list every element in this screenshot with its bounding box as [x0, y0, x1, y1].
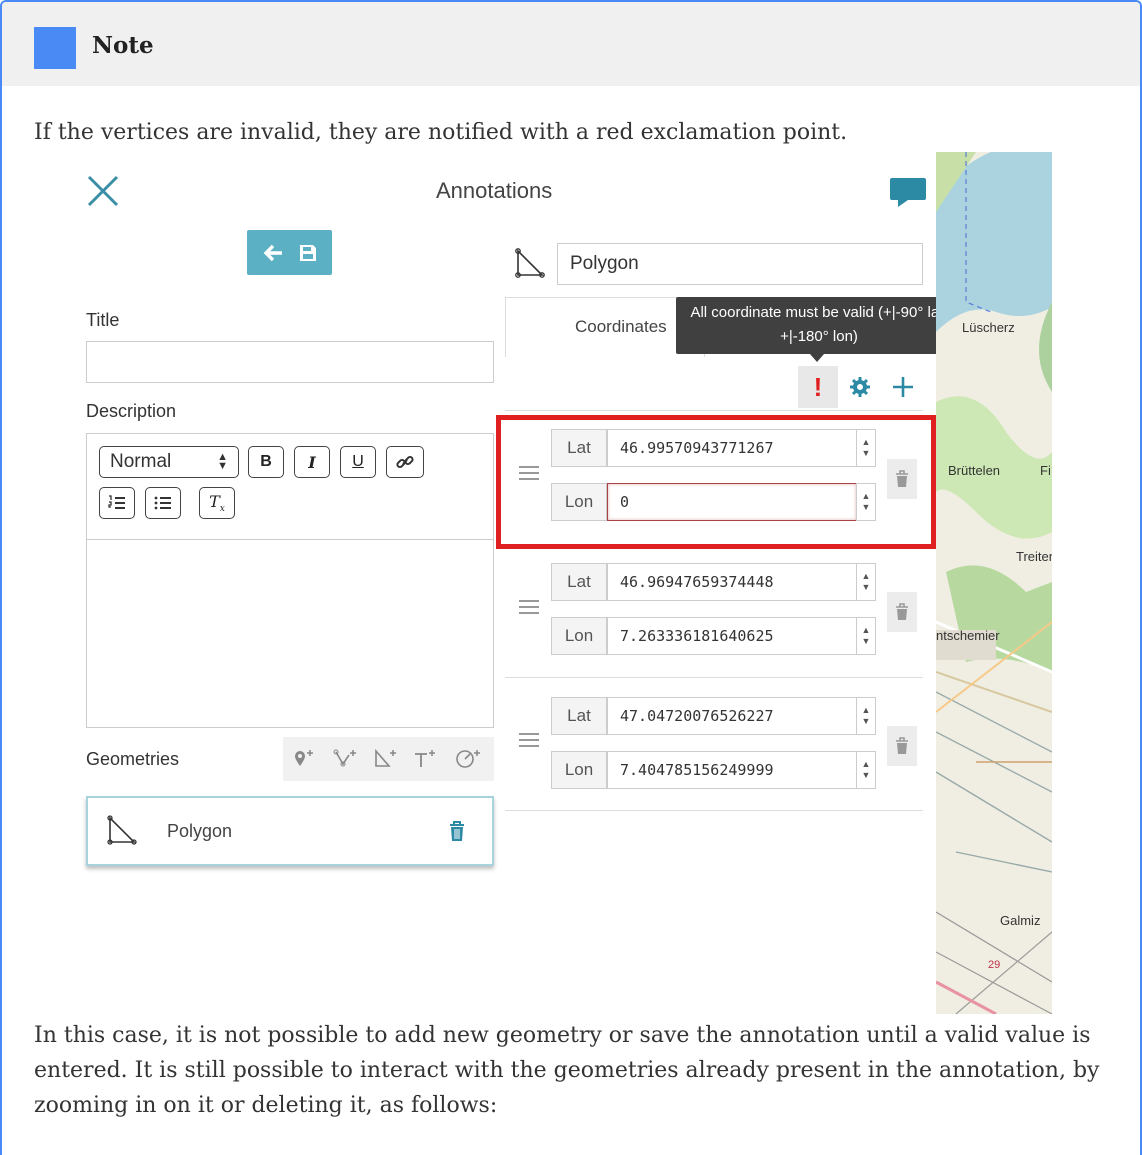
lon-input-invalid[interactable]: 0 [607, 483, 857, 521]
drag-handle-icon[interactable] [519, 729, 539, 751]
clear-format-button[interactable]: Tx [199, 487, 235, 519]
geometry-list-item[interactable]: Polygon [86, 796, 494, 866]
trash-icon[interactable] [448, 820, 466, 842]
lon-spinner[interactable]: ▲ ▼ [856, 617, 876, 655]
map-label: Galmiz [1000, 913, 1041, 928]
map-view[interactable]: Lüscherz Brüttelen Fi Treiten ntschemier… [936, 152, 1052, 1014]
add-circle-icon[interactable] [455, 748, 481, 770]
geometries-label: Geometries [86, 749, 180, 769]
select-arrows-icon: ▲ ▼ [217, 451, 228, 472]
lon-input[interactable]: 7.404785156249999 [607, 751, 857, 789]
clear-format-icon: Tx [209, 491, 225, 515]
map-label: ntschemier [936, 628, 1000, 643]
lat-spinner[interactable]: ▲ ▼ [856, 697, 876, 735]
note-callout: Note If the vertices are invalid, they a… [0, 0, 1142, 1155]
lat-input[interactable]: 46.96947659374448 [607, 563, 857, 601]
annotations-screenshot: Annotations Title Description Normal ▲ ▼ … [64, 152, 1052, 1014]
map-label: Lüscherz [962, 320, 1015, 335]
bullet-list-button[interactable] [145, 487, 181, 519]
lat-label: Lat [551, 563, 607, 601]
underline-button[interactable]: U [340, 446, 376, 478]
map-label: Fi [1040, 463, 1051, 478]
trash-icon [896, 737, 908, 754]
lat-label: Lat [551, 697, 607, 735]
save-icon[interactable] [298, 243, 318, 263]
invalid-marker-button[interactable]: ! [798, 366, 838, 408]
ordered-list-icon [108, 495, 125, 509]
title-input[interactable] [86, 341, 494, 383]
map-label: Brüttelen [948, 463, 1001, 478]
bold-button[interactable]: B [248, 446, 284, 478]
editor-toolbar-divider [87, 539, 493, 540]
comment-icon[interactable] [888, 176, 928, 208]
lon-label: Lon [551, 483, 607, 521]
add-line-icon[interactable] [333, 748, 357, 770]
add-text-icon[interactable] [413, 748, 437, 770]
close-icon[interactable] [86, 174, 120, 208]
format-select[interactable]: Normal ▲ ▼ [99, 446, 239, 478]
editor-divider [505, 410, 923, 411]
delete-coordinate-button[interactable] [887, 592, 917, 632]
italic-button[interactable]: I [294, 446, 330, 478]
note-outro-text: In this case, it is not possible to add … [34, 1023, 1100, 1118]
lat-input[interactable]: 46.99570943771267 [607, 429, 857, 467]
tooltip-arrow [810, 354, 824, 362]
note-icon [34, 27, 76, 69]
description-label: Description [86, 401, 177, 421]
drag-handle-icon[interactable] [519, 462, 539, 484]
trash-icon [896, 470, 908, 487]
arrow-left-icon[interactable] [262, 243, 284, 263]
plus-icon[interactable] [891, 375, 915, 399]
map-tiles [936, 152, 1052, 1014]
tab-coordinates-label: Coordinates [575, 317, 667, 336]
geometry-tools [283, 737, 494, 781]
ordered-list-button[interactable] [99, 487, 135, 519]
geometry-item-name: Polygon [167, 821, 233, 841]
drag-handle-icon[interactable] [519, 596, 539, 618]
lon-label: Lon [551, 617, 607, 655]
bullet-list-icon [154, 496, 171, 510]
add-polygon-icon[interactable] [373, 748, 397, 770]
lon-input[interactable]: 7.263336181640625 [607, 617, 857, 655]
add-point-icon[interactable] [293, 748, 315, 770]
polygon-icon [107, 815, 137, 845]
lat-spinner[interactable]: ▲ ▼ [856, 563, 876, 601]
note-header: Note [2, 2, 1140, 86]
row-divider [505, 810, 923, 811]
title-label: Title [86, 310, 120, 330]
lat-input[interactable]: 47.04720076526227 [607, 697, 857, 735]
format-select-value: Normal [110, 451, 172, 472]
delete-coordinate-button[interactable] [887, 726, 917, 766]
lat-label: Lat [551, 429, 607, 467]
link-icon [396, 455, 414, 469]
back-save-button[interactable] [247, 230, 332, 275]
note-title: Note [92, 32, 154, 59]
link-button[interactable] [386, 446, 424, 478]
gear-icon[interactable] [849, 376, 871, 398]
delete-coordinate-button[interactable] [887, 459, 917, 499]
lon-spinner[interactable]: ▲ ▼ [856, 483, 876, 521]
geometry-type-input[interactable]: Polygon [557, 243, 923, 285]
panel-title: Annotations [436, 178, 553, 203]
row-divider [505, 677, 923, 678]
map-label: Treiten [1016, 549, 1052, 564]
lon-spinner[interactable]: ▲ ▼ [856, 751, 876, 789]
map-label: 29 [988, 959, 1001, 971]
validation-tooltip: All coordinate must be valid (+|-90° lat… [676, 297, 962, 354]
geometry-type-icon [515, 248, 545, 278]
trash-icon [896, 603, 908, 620]
lat-spinner[interactable]: ▲ ▼ [856, 429, 876, 467]
note-intro-text: If the vertices are invalid, they are no… [34, 120, 848, 145]
lon-label: Lon [551, 751, 607, 789]
